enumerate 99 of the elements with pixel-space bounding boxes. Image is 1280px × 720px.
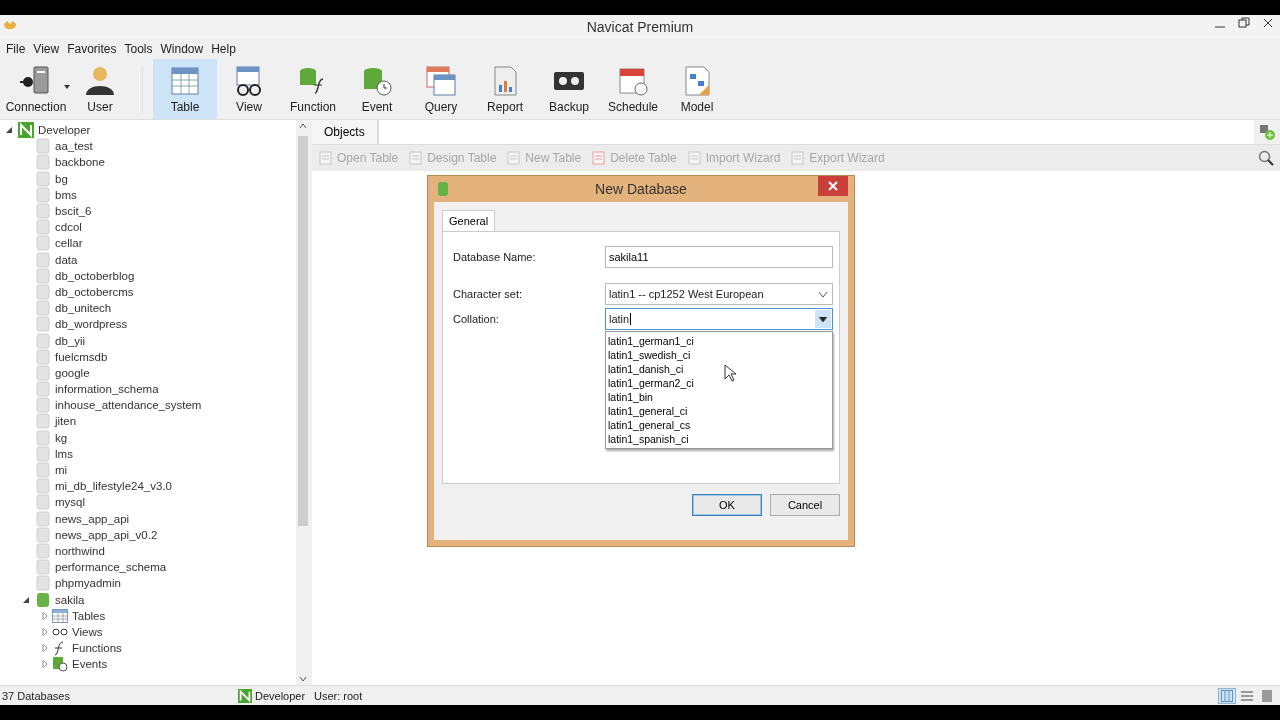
menu-item[interactable]: Help	[207, 42, 240, 56]
view-mode-button[interactable]	[1218, 687, 1236, 704]
field-label: Database Name:	[453, 251, 537, 263]
document-icon	[506, 150, 523, 166]
document-icon	[318, 150, 334, 166]
add-icon[interactable]	[1259, 124, 1275, 140]
menu-item[interactable]: File	[2, 42, 30, 56]
dropdown-option[interactable]: latin1_german2_ci	[608, 376, 694, 390]
delete-icon	[591, 150, 608, 166]
table-icon	[52, 607, 68, 624]
tree-item[interactable]: mysql	[55, 496, 86, 509]
close-icon[interactable]	[1262, 17, 1274, 29]
document-icon	[686, 150, 703, 166]
toolbar-button[interactable]: User	[68, 59, 132, 119]
scroll-down-icon[interactable]	[299, 676, 307, 682]
tree-item[interactable]: inhouse_attendance_system	[55, 399, 202, 412]
caret-icon[interactable]	[64, 85, 70, 89]
tree-item[interactable]: db_yii	[55, 334, 86, 347]
toolbar-button[interactable]: Report	[473, 59, 537, 119]
tree-item[interactable]: information_schema	[55, 383, 159, 396]
input-field[interactable]: sakila11	[605, 246, 833, 268]
dropdown[interactable]: latin1 -- cp1252 West European	[605, 283, 833, 305]
tree-item[interactable]: lms	[55, 447, 73, 460]
toolbar-button[interactable]: Query	[409, 59, 473, 119]
tree-item[interactable]: data	[55, 253, 78, 266]
tree-item[interactable]: cdcol	[55, 221, 82, 234]
dropdown-option[interactable]: latin1_danish_ci	[608, 362, 684, 376]
connection-icon	[238, 688, 252, 703]
field-label: Character set:	[453, 288, 524, 300]
status-text: 37 Databases	[2, 689, 71, 702]
tree-item[interactable]: bms	[55, 188, 77, 201]
menu-item[interactable]: Favorites	[63, 42, 121, 56]
tree-item[interactable]: db_wordpress	[55, 318, 128, 331]
toolbar-button[interactable]: Function	[281, 59, 345, 119]
dropdown-option[interactable]: latin1_bin	[608, 390, 653, 404]
status-text: Developer	[255, 689, 306, 702]
tree-item[interactable]: mi_db_lifestyle24_v3.0	[55, 480, 172, 493]
toolbar-button[interactable]: Backup	[537, 59, 601, 119]
tree-item[interactable]: performance_schema	[55, 561, 167, 574]
dropdown-arrow-icon[interactable]	[819, 316, 827, 322]
menu-item[interactable]: Tools	[120, 42, 157, 56]
tree-item[interactable]: cellar	[55, 237, 83, 250]
dialog-button[interactable]: OK	[692, 494, 762, 516]
tree-item[interactable]: Developer	[38, 124, 91, 137]
objects-tab[interactable]: Objects	[312, 120, 378, 144]
dropdown-option[interactable]: latin1_swedish_ci	[608, 348, 691, 362]
window-title: Navicat Premium	[586, 19, 694, 35]
table-icon	[169, 64, 201, 97]
tree-item[interactable]: sakila	[55, 593, 85, 606]
toolbar-button[interactable]: Model	[665, 59, 729, 119]
tree-item[interactable]: db_octoberblog	[55, 269, 135, 282]
dropdown-option[interactable]: latin1_spanish_ci	[608, 432, 689, 446]
tree-item[interactable]: jiten	[55, 415, 77, 428]
status-text: User: root	[314, 689, 363, 702]
search-icon[interactable]	[1258, 150, 1274, 166]
restore-icon[interactable]	[1238, 17, 1250, 29]
toolbar-button[interactable]: Event	[345, 59, 409, 119]
user-icon	[84, 64, 116, 97]
event-icon	[52, 656, 68, 673]
tree-item[interactable]: backbone	[55, 156, 105, 169]
tree-item[interactable]: aa_test	[55, 140, 93, 153]
dropdown-option[interactable]: latin1_general_cs	[608, 418, 691, 432]
dropdown-option[interactable]: latin1_general_ci	[608, 404, 688, 418]
tree-item[interactable]: kg	[55, 431, 68, 444]
tree-item[interactable]: db_octobercms	[55, 285, 134, 298]
dropdown-option[interactable]: latin1_german1_ci	[608, 334, 694, 348]
tree-item[interactable]: google	[55, 366, 90, 379]
query-icon	[425, 64, 457, 97]
document-icon	[790, 150, 807, 166]
close-button[interactable]	[818, 176, 848, 196]
tree-item[interactable]: db_unitech	[55, 302, 112, 315]
field-label: Collation:	[453, 313, 500, 325]
server-plug-icon	[20, 64, 52, 97]
toolbar-button[interactable]: Table	[153, 59, 217, 119]
tree-item[interactable]: Events	[72, 658, 108, 671]
toolbar-button[interactable]: View	[217, 59, 281, 119]
tree-item[interactable]: Functions	[72, 642, 122, 655]
tree-item[interactable]: mi	[55, 464, 68, 477]
tree-item[interactable]: phpmyadmin	[55, 577, 121, 590]
document-icon	[408, 150, 425, 166]
cursor-icon	[724, 364, 736, 382]
tree-item[interactable]: news_app_api	[55, 512, 130, 525]
toolbar-button[interactable]: Schedule	[601, 59, 665, 119]
toolbar-button[interactable]: Connection	[4, 59, 68, 119]
tree-item[interactable]: fuelcmsdb	[55, 350, 108, 363]
tab[interactable]: General	[442, 210, 496, 231]
tree-item[interactable]: northwind	[55, 544, 105, 557]
menu-item[interactable]: Window	[156, 42, 208, 56]
menu-item[interactable]: View	[29, 42, 64, 56]
tree-item[interactable]: bg	[55, 172, 68, 185]
tree-item[interactable]: news_app_api_v0.2	[55, 528, 158, 541]
tree-item[interactable]: Views	[72, 625, 103, 638]
dialog-title: New Database	[595, 181, 687, 197]
tree-item[interactable]: Tables	[72, 609, 106, 622]
scroll-up-icon[interactable]	[299, 123, 307, 129]
dialog-button[interactable]: Cancel	[770, 494, 840, 516]
combo-box[interactable]: latin	[605, 308, 833, 330]
database-icon	[438, 182, 448, 196]
tree-item[interactable]: bscit_6	[55, 205, 92, 218]
